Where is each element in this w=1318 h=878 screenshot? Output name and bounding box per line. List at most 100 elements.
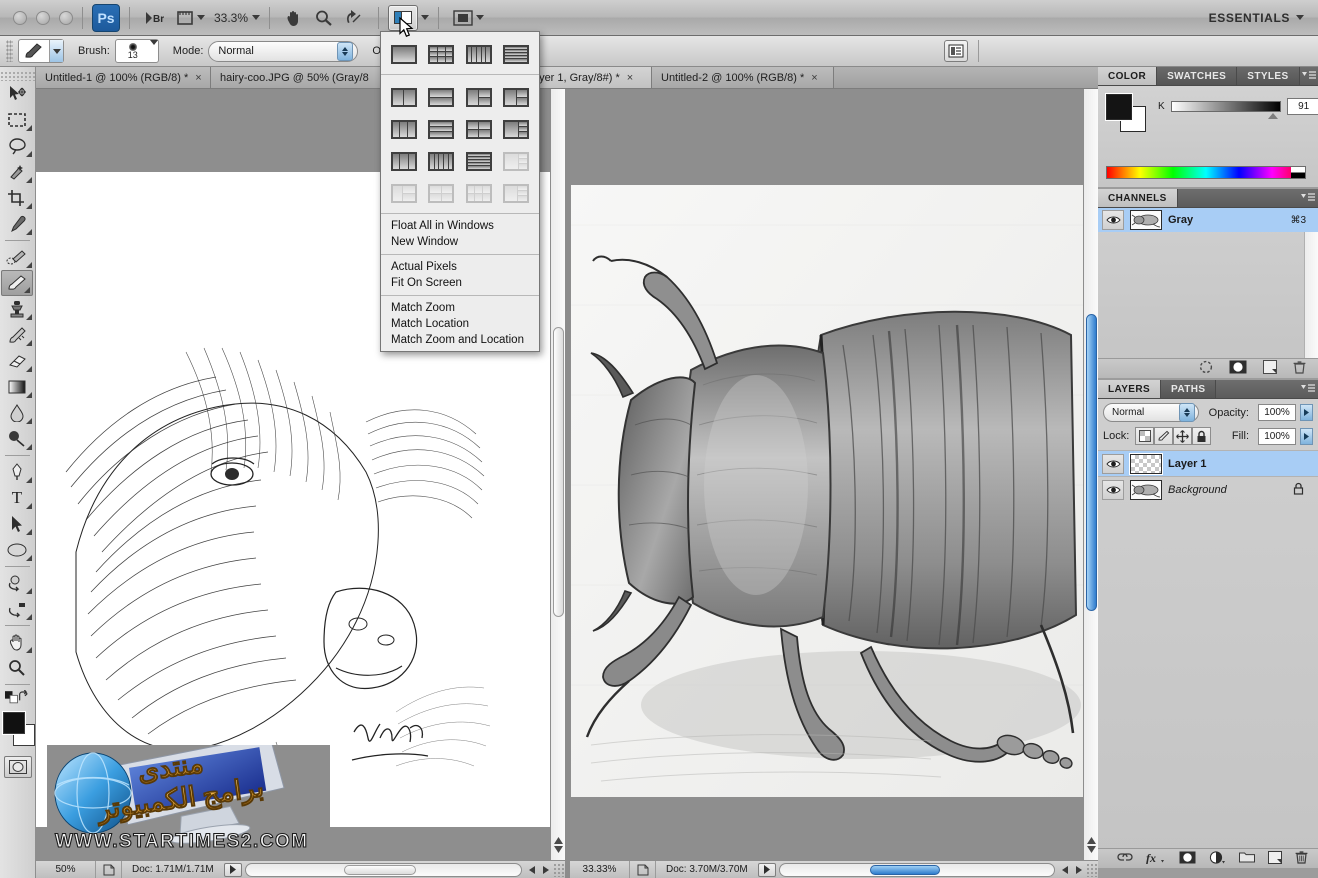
- sidebar-item-history-brush-tool[interactable]: [0, 322, 34, 348]
- k-channel-input[interactable]: 91: [1287, 98, 1318, 115]
- current-tool-preset[interactable]: [18, 39, 64, 63]
- tab-swatches[interactable]: SWATCHES: [1157, 67, 1237, 85]
- document-tab[interactable]: hairy-coo.JPG @ 50% (Gray/8: [211, 67, 396, 88]
- sidebar-item-pen-tool[interactable]: [0, 459, 34, 485]
- panel-menu-icon[interactable]: [1298, 380, 1318, 398]
- sidebar-item-gradient-tool[interactable]: [0, 374, 34, 400]
- arrange-option-6-up-horizontal[interactable]: [460, 145, 498, 177]
- close-window-button[interactable]: [13, 11, 27, 25]
- layer-name[interactable]: Layer 1: [1168, 458, 1207, 470]
- zoom-level-display[interactable]: 33.3%: [210, 11, 252, 25]
- swap-colors-icon[interactable]: [18, 690, 30, 704]
- sidebar-item-crop-tool[interactable]: [0, 185, 34, 211]
- panel-menu-icon[interactable]: [1298, 189, 1318, 207]
- menu-item-fit-on-screen[interactable]: Fit On Screen: [381, 275, 539, 291]
- proxy-preview-icon[interactable]: [96, 861, 122, 878]
- panel-menu-icon[interactable]: [1300, 67, 1318, 85]
- vertical-scroll-buttons[interactable]: [1085, 832, 1098, 858]
- brush-preset-picker[interactable]: 13: [115, 39, 159, 63]
- layer-style-icon[interactable]: fx: [1146, 851, 1166, 867]
- sidebar-item-clone-stamp-tool[interactable]: [0, 296, 34, 322]
- scroll-left-button[interactable]: [525, 863, 539, 877]
- sidebar-item-3d-rotate-tool[interactable]: [0, 570, 34, 596]
- arrange-option-2-up-horizontal[interactable]: [423, 81, 461, 113]
- arrange-option-tile-all-grid[interactable]: [423, 38, 461, 70]
- resize-grip[interactable]: [1086, 863, 1098, 877]
- document-tab[interactable]: Untitled-2 @ 100% (RGB/8) * ×: [652, 67, 834, 88]
- arrange-option-2-up-vertical[interactable]: [385, 81, 423, 113]
- sidebar-item-3d-orbit-tool[interactable]: [0, 596, 34, 622]
- arrange-option-5-up-left[interactable]: [385, 145, 423, 177]
- sidebar-item-dodge-tool[interactable]: [0, 426, 34, 452]
- visibility-toggle-icon[interactable]: [1102, 210, 1124, 230]
- link-layers-icon[interactable]: [1117, 852, 1133, 865]
- opacity-slider-arrow[interactable]: [1300, 404, 1313, 421]
- zoom-tool-button[interactable]: [309, 4, 339, 32]
- horizontal-scroll-thumb[interactable]: [870, 865, 940, 875]
- layer-row-background[interactable]: Background: [1098, 476, 1318, 502]
- visibility-toggle-icon[interactable]: [1102, 480, 1124, 500]
- tab-paths[interactable]: PATHS: [1161, 380, 1216, 398]
- menu-item-float-all-in-windows[interactable]: Float All in Windows: [381, 218, 539, 234]
- close-icon[interactable]: ×: [627, 72, 633, 84]
- menu-item-match-zoom[interactable]: Match Zoom: [381, 300, 539, 316]
- scroll-left-button[interactable]: [1058, 863, 1072, 877]
- default-colors-icon[interactable]: [5, 690, 18, 704]
- vertical-scroll-thumb[interactable]: [553, 327, 564, 617]
- arrange-option-3-up-right[interactable]: [498, 81, 536, 113]
- blend-mode-stepper[interactable]: [1179, 403, 1195, 422]
- layer-fill-input[interactable]: 100%: [1258, 428, 1296, 445]
- status-menu-arrow[interactable]: [758, 863, 776, 877]
- tools-panel-grip[interactable]: [0, 71, 35, 81]
- sidebar-item-path-selection-tool[interactable]: [0, 511, 34, 537]
- k-channel-ramp[interactable]: [1171, 101, 1281, 112]
- white-black-swatch[interactable]: [1291, 167, 1305, 178]
- layer-blend-mode-select[interactable]: Normal: [1103, 403, 1199, 422]
- sidebar-item-marquee-tool[interactable]: [0, 107, 34, 133]
- arrange-option-tile-horizontal[interactable]: [498, 38, 536, 70]
- vertical-scrollbar-left-doc[interactable]: [550, 89, 565, 860]
- delete-layer-icon[interactable]: [1295, 850, 1308, 867]
- color-swatches[interactable]: [0, 710, 34, 750]
- layer-mask-icon[interactable]: [1179, 851, 1196, 867]
- sidebar-item-brush-tool[interactable]: [1, 270, 33, 296]
- sidebar-item-ellipse-tool[interactable]: [0, 537, 34, 563]
- vertical-scrollbar-beetle-doc[interactable]: [1083, 89, 1098, 860]
- close-icon[interactable]: ×: [811, 72, 817, 84]
- window-controls[interactable]: [0, 11, 73, 25]
- arrange-option-3-up-vertical[interactable]: [385, 113, 423, 145]
- canvas-beetle[interactable]: [570, 89, 1083, 860]
- tool-preset-dropdown[interactable]: [49, 40, 63, 62]
- save-selection-icon[interactable]: [1229, 360, 1247, 377]
- arrange-option-4-up[interactable]: [460, 113, 498, 145]
- delete-channel-icon[interactable]: [1293, 360, 1306, 377]
- zoom-window-button[interactable]: [59, 11, 73, 25]
- sidebar-item-zoom-tool[interactable]: [0, 655, 34, 681]
- quick-mask-toggle[interactable]: [4, 756, 32, 778]
- vertical-scroll-thumb[interactable]: [1086, 314, 1097, 611]
- vertical-scroll-buttons[interactable]: [552, 832, 565, 858]
- lock-image-pixels-button[interactable]: [1154, 427, 1173, 445]
- menu-item-match-location[interactable]: Match Location: [381, 316, 539, 332]
- new-channel-icon[interactable]: [1263, 360, 1277, 377]
- arrange-option-tile-vertical[interactable]: [460, 38, 498, 70]
- sidebar-item-eyedropper-tool[interactable]: [0, 211, 34, 237]
- menu-item-new-window[interactable]: New Window: [381, 234, 539, 250]
- document-size-info[interactable]: Doc: 1.71M/1.71M: [122, 864, 224, 875]
- resize-grip[interactable]: [553, 863, 565, 877]
- arrange-option-6-up-vertical[interactable]: [423, 145, 461, 177]
- screen-mode-button[interactable]: [448, 4, 489, 32]
- view-extras-button[interactable]: [171, 4, 210, 32]
- lock-transparent-pixels-button[interactable]: [1135, 427, 1154, 445]
- horizontal-scrollbar-beetle-doc[interactable]: [779, 863, 1055, 877]
- foreground-color-swatch[interactable]: [3, 712, 25, 734]
- chevron-down-icon[interactable]: [252, 15, 260, 20]
- horizontal-scroll-thumb[interactable]: [344, 865, 416, 875]
- launch-bridge-button[interactable]: Br: [139, 4, 171, 32]
- chevron-down-icon[interactable]: [421, 15, 429, 20]
- sidebar-item-blur-tool[interactable]: [0, 400, 34, 426]
- layer-opacity-input[interactable]: 100%: [1258, 404, 1296, 421]
- sidebar-item-healing-brush-tool[interactable]: [0, 244, 34, 270]
- channels-scrollbar[interactable]: [1304, 232, 1318, 358]
- tab-styles[interactable]: STYLES: [1237, 67, 1299, 85]
